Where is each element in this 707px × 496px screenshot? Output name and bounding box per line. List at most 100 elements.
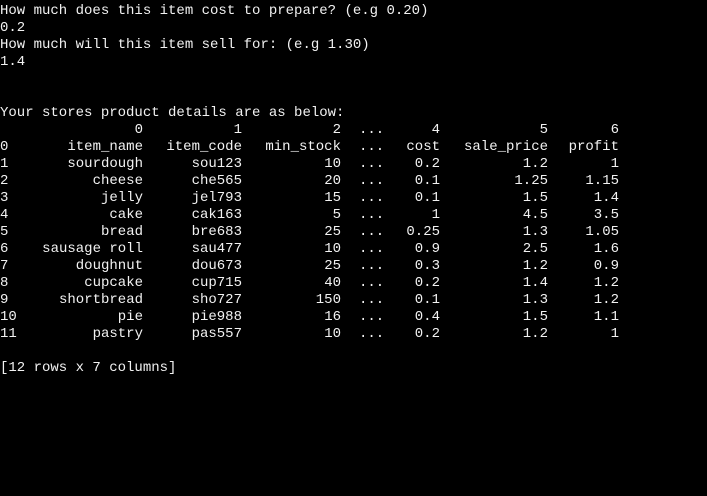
table-row: 10 pie pie988 16 ... 0.4 1.5 1.1 (0, 309, 707, 326)
header-item-name: item_name (67, 139, 143, 155)
column-number: 1 (233, 122, 242, 138)
ellipsis: ... (359, 156, 385, 172)
column-number: 6 (610, 122, 619, 138)
item-code: cak163 (191, 207, 242, 223)
column-number: 4 (431, 122, 440, 138)
table-footer: [12 rows x 7 columns] (0, 360, 177, 376)
min-stock: 16 (324, 309, 341, 325)
profit: 1.2 (593, 275, 619, 291)
table-row: 6 sausage roll sau477 10 ... 0.9 2.5 1.6 (0, 241, 707, 258)
prompt-line: How much does this item cost to prepare?… (0, 3, 707, 20)
profit: 0.9 (593, 258, 619, 274)
column-number: ... (359, 122, 385, 138)
sale-question: How much will this item sell for: (e.g 1… (0, 37, 370, 53)
item-code: pas557 (191, 326, 242, 342)
sale-price: 1.3 (522, 292, 548, 308)
item-code: sho727 (191, 292, 242, 308)
table-row: 2 cheese che565 20 ... 0.1 1.25 1.15 (0, 173, 707, 190)
profit: 1.05 (585, 224, 619, 240)
header-min-stock: min_stock (265, 139, 341, 155)
cost: 0.4 (414, 309, 440, 325)
sale-answer: 1.4 (0, 54, 26, 70)
item-name: cake (109, 207, 143, 223)
min-stock: 150 (315, 292, 341, 308)
table-footer-line: [12 rows x 7 columns] (0, 360, 707, 377)
cost: 1 (431, 207, 440, 223)
profit: 1 (610, 326, 619, 342)
table-row: 1 sourdough sou123 10 ... 0.2 1.2 1 (0, 156, 707, 173)
sale-price: 1.2 (522, 258, 548, 274)
min-stock: 10 (324, 241, 341, 257)
min-stock: 10 (324, 156, 341, 172)
item-code: pie988 (191, 309, 242, 325)
min-stock: 5 (332, 207, 341, 223)
table-row: 7 doughnut dou673 25 ... 0.3 1.2 0.9 (0, 258, 707, 275)
sale-price: 1.3 (522, 224, 548, 240)
column-number: 5 (539, 122, 548, 138)
item-name: sourdough (67, 156, 143, 172)
terminal-window[interactable]: How much does this item cost to prepare?… (0, 0, 707, 410)
min-stock: 40 (324, 275, 341, 291)
sale-price: 1.2 (522, 326, 548, 342)
item-name: cupcake (84, 275, 143, 291)
table-row: 4 cake cak163 5 ... 1 4.5 3.5 (0, 207, 707, 224)
sale-price: 1.25 (514, 173, 548, 189)
item-code: dou673 (191, 258, 242, 274)
sale-price: 1.5 (522, 190, 548, 206)
cost: 0.2 (414, 275, 440, 291)
sale-price: 4.5 (522, 207, 548, 223)
profit: 1.2 (593, 292, 619, 308)
cost: 0.2 (414, 156, 440, 172)
item-code: bre683 (191, 224, 242, 240)
item-code: cup715 (191, 275, 242, 291)
cost: 0.1 (414, 292, 440, 308)
min-stock: 25 (324, 258, 341, 274)
item-code: sou123 (191, 156, 242, 172)
sale-price: 1.4 (522, 275, 548, 291)
item-code: sau477 (191, 241, 242, 257)
ellipsis: ... (359, 309, 385, 325)
item-code: jel793 (191, 190, 242, 206)
profit: 3.5 (593, 207, 619, 223)
table-header-row: 0 item_name item_code min_stock ... cost… (0, 139, 707, 156)
header-sale-price: sale_price (463, 139, 548, 155)
min-stock: 25 (324, 224, 341, 240)
item-code: che565 (191, 173, 242, 189)
ellipsis: ... (359, 190, 385, 206)
min-stock: 10 (324, 326, 341, 342)
cost-question: How much does this item cost to prepare?… (0, 3, 429, 19)
details-heading-line: Your stores product details are as below… (0, 105, 707, 122)
ellipsis: ... (359, 173, 385, 189)
item-name: jelly (100, 190, 143, 206)
min-stock: 15 (324, 190, 341, 206)
column-numbers-row: 0 1 2 ... 4 5 6 (0, 122, 707, 139)
min-stock: 20 (324, 173, 341, 189)
ellipsis: ... (359, 207, 385, 223)
cost: 0.1 (414, 190, 440, 206)
cost: 0.1 (414, 173, 440, 189)
profit: 1.4 (593, 190, 619, 206)
header-profit: profit (568, 139, 619, 155)
profit: 1.1 (593, 309, 619, 325)
item-name: pie (117, 309, 143, 325)
sale-price: 2.5 (522, 241, 548, 257)
profit: 1.15 (585, 173, 619, 189)
sale-price: 1.5 (522, 309, 548, 325)
item-name: shortbread (58, 292, 143, 308)
ellipsis: ... (359, 241, 385, 257)
column-number: 2 (332, 122, 341, 138)
header-cost: cost (406, 139, 440, 155)
column-number: 0 (134, 122, 143, 138)
input-line: 0.2 (0, 20, 707, 37)
cost: 0.9 (414, 241, 440, 257)
input-line: 1.4 (0, 54, 707, 71)
ellipsis: ... (359, 292, 385, 308)
cost: 0.2 (414, 326, 440, 342)
details-heading: Your stores product details are as below… (0, 105, 345, 121)
ellipsis: ... (359, 224, 385, 240)
table-row: 5 bread bre683 25 ... 0.25 1.3 1.05 (0, 224, 707, 241)
prompt-line: How much will this item sell for: (e.g 1… (0, 37, 707, 54)
table-row: 3 jelly jel793 15 ... 0.1 1.5 1.4 (0, 190, 707, 207)
